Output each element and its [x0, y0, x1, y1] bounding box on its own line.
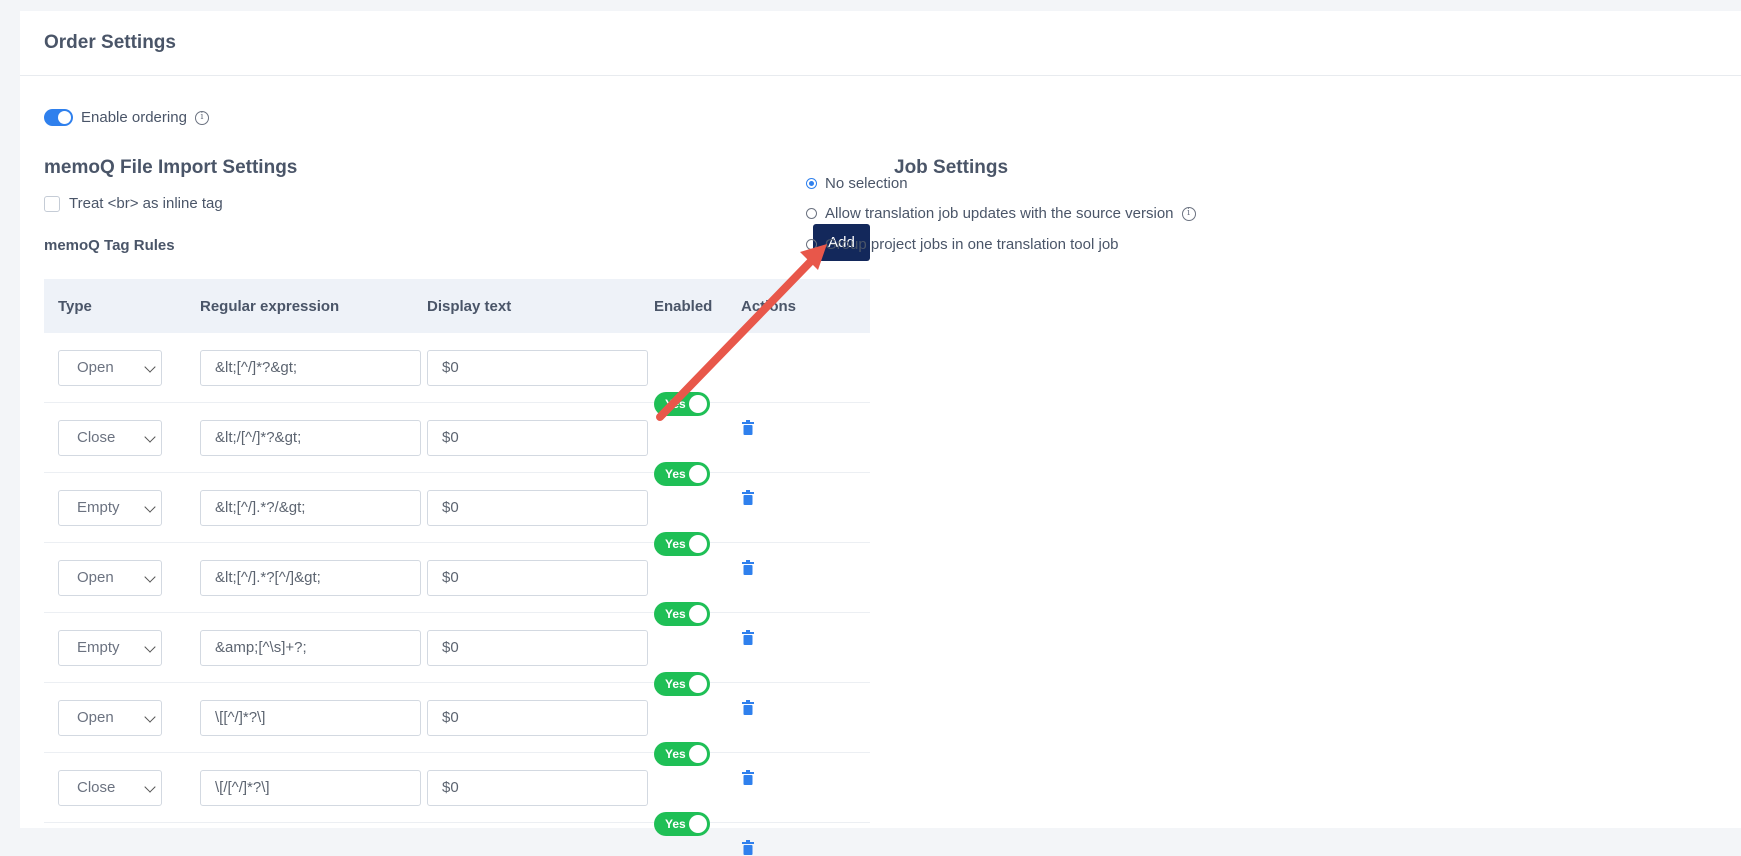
regex-value: &lt;[^/].*?[^/]&gt; [215, 569, 321, 586]
display-text-input[interactable]: $0 [427, 489, 648, 526]
table-body: Open &lt;[^/]*?&gt; $0 Yes Close &lt;/[^… [44, 333, 870, 855]
chevron-down-icon [144, 430, 156, 443]
job-option-label: Group project jobs in one translation to… [825, 236, 1119, 253]
job-option-label: Allow translation job updates with the s… [825, 205, 1174, 222]
regex-input[interactable]: \[/[^/]*?\] [200, 769, 421, 806]
column-header-regex: Regular expression [200, 297, 340, 315]
type-select[interactable]: Close [58, 419, 162, 456]
job-option-1[interactable]: No selection [806, 175, 908, 192]
display-text-input[interactable]: $0 [427, 349, 648, 386]
table-row: Open &lt;[^/].*?[^/]&gt; $0 Yes [44, 543, 870, 645]
info-icon[interactable]: i [1181, 206, 1196, 221]
enable-ordering-toggle[interactable] [44, 109, 73, 126]
type-select-value: Open [77, 709, 114, 726]
display-text-input[interactable]: $0 [427, 699, 648, 736]
table-row: Open \[[^/]*?\] $0 Yes [44, 683, 870, 785]
chevron-down-icon [144, 780, 156, 793]
regex-input[interactable]: \[[^/]*?\] [200, 699, 421, 736]
type-select-value: Open [77, 359, 114, 376]
display-text-value: $0 [442, 569, 459, 586]
table-row: Empty &amp;[^\s]+?; $0 Yes [44, 613, 870, 715]
table-header: Type Regular expression Display text Ena… [44, 279, 870, 333]
page-title: Order Settings [44, 32, 176, 53]
regex-input[interactable]: &lt;[^/].*?/&gt; [200, 489, 421, 526]
display-text-input[interactable]: $0 [427, 769, 648, 806]
radio-button[interactable] [806, 178, 817, 189]
regex-value: \[[^/]*?\] [215, 709, 266, 726]
type-select-value: Empty [77, 499, 120, 516]
type-select[interactable]: Open [58, 559, 162, 596]
enabled-toggle[interactable]: Yes [654, 811, 710, 836]
regex-value: &lt;[^/]*?&gt; [215, 359, 298, 376]
type-select-value: Close [77, 429, 116, 446]
display-text-value: $0 [442, 639, 459, 656]
display-text-value: $0 [442, 429, 459, 446]
radio-button[interactable] [806, 208, 817, 219]
regex-input[interactable]: &amp;[^\s]+?; [200, 629, 421, 666]
display-text-input[interactable]: $0 [427, 629, 648, 666]
table-row: Close \[/[^/]*?\] $0 Yes [44, 753, 870, 855]
type-select[interactable]: Close [58, 769, 162, 806]
table-row: Open &lt;[^/]*?&gt; $0 Yes [44, 333, 870, 435]
panel-header: Order Settings [20, 11, 1741, 76]
treat-br-label: Treat <br> as inline tag [69, 195, 223, 212]
job-settings-title: Job Settings [894, 157, 1009, 178]
column-header-actions: Actions [741, 297, 797, 315]
display-text-value: $0 [442, 779, 459, 796]
regex-input[interactable]: &lt;/[^/]*?&gt; [200, 419, 421, 456]
display-text-value: $0 [442, 709, 459, 726]
display-text-input[interactable]: $0 [427, 559, 648, 596]
display-text-value: $0 [442, 499, 459, 516]
chevron-down-icon [144, 710, 156, 723]
chevron-down-icon [144, 640, 156, 653]
enable-ordering-label: Enable ordering [81, 109, 187, 126]
type-select-value: Empty [77, 639, 120, 656]
display-text-input[interactable]: $0 [427, 419, 648, 456]
type-select[interactable]: Open [58, 699, 162, 736]
toggle-knob [689, 814, 707, 833]
regex-value: &lt;/[^/]*?&gt; [215, 429, 302, 446]
type-select[interactable]: Empty [58, 489, 162, 526]
enabled-toggle-label: Yes [665, 816, 686, 831]
column-header-type: Type [58, 297, 92, 315]
treat-br-checkbox[interactable] [44, 195, 60, 212]
job-option-2[interactable]: Allow translation job updates with the s… [806, 205, 1196, 222]
radio-button[interactable] [806, 239, 817, 250]
table-row: Close &lt;/[^/]*?&gt; $0 Yes [44, 403, 870, 505]
column-header-display: Display text [427, 297, 512, 315]
regex-value: \[/[^/]*?\] [215, 779, 270, 796]
type-select-value: Close [77, 779, 116, 796]
display-text-value: $0 [442, 359, 459, 376]
type-select[interactable]: Empty [58, 629, 162, 666]
chevron-down-icon [144, 570, 156, 583]
regex-input[interactable]: &lt;[^/]*?&gt; [200, 349, 421, 386]
regex-value: &amp;[^\s]+?; [215, 639, 307, 656]
chevron-down-icon [144, 360, 156, 373]
type-select[interactable]: Open [58, 349, 162, 386]
job-option-label: No selection [825, 175, 908, 192]
column-header-enabled: Enabled [654, 297, 713, 315]
regex-input[interactable]: &lt;[^/].*?[^/]&gt; [200, 559, 421, 596]
regex-value: &lt;[^/].*?/&gt; [215, 499, 306, 516]
type-select-value: Open [77, 569, 114, 586]
enable-ordering-row: Enable ordering i [44, 109, 209, 126]
treat-br-row: Treat <br> as inline tag [44, 195, 223, 212]
chevron-down-icon [144, 500, 156, 513]
table-row: Empty &lt;[^/].*?/&gt; $0 Yes [44, 473, 870, 575]
job-option-3[interactable]: Group project jobs in one translation to… [806, 236, 1119, 253]
memoq-import-title: memoQ File Import Settings [44, 157, 298, 178]
tag-rules-table: Type Regular expression Display text Ena… [44, 279, 870, 855]
tag-rules-title: memoQ Tag Rules [44, 237, 175, 254]
trash-icon[interactable] [741, 839, 755, 856]
info-icon[interactable]: i [194, 110, 209, 125]
order-settings-panel: Order Settings Enable ordering i memoQ F… [20, 11, 1741, 855]
